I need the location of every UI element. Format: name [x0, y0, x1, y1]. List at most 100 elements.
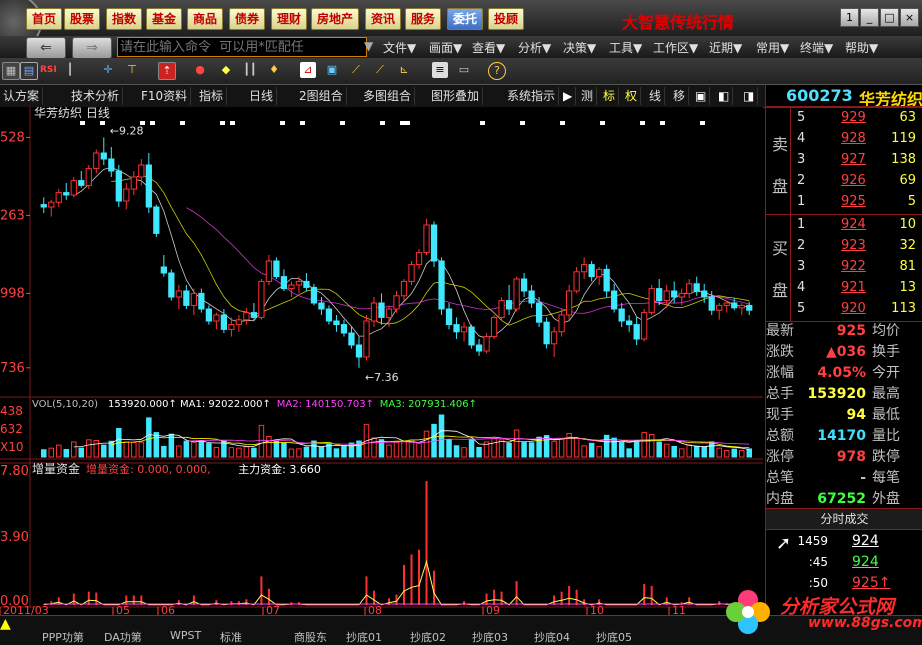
tab-11[interactable]: 权 — [622, 87, 641, 105]
fund-legend: 主力资金: 3.660 — [238, 462, 321, 476]
menu-0[interactable]: 文件▼ — [383, 39, 416, 56]
menu-6[interactable]: 工作区▼ — [653, 39, 698, 56]
volume-legend: 153920.000↑ — [108, 399, 177, 410]
top-button-5[interactable]: 债券 — [229, 8, 265, 30]
ruler-icon[interactable]: ┃ — [62, 62, 78, 78]
minimize-button[interactable]: _ — [860, 8, 879, 27]
top-button-10[interactable]: 委托 — [447, 8, 483, 30]
chart-svg[interactable]: 528263998736华芳纺织 日线←9.28←7.362011/030506… — [0, 107, 763, 615]
volume-bar — [132, 443, 137, 457]
back-arrow-icon[interactable]: ⇐ — [26, 37, 66, 59]
help-icon[interactable]: ? — [488, 62, 506, 80]
close-button[interactable]: × — [900, 8, 919, 27]
order-volume: 5 — [884, 191, 916, 212]
note-icon[interactable]: ≡ — [432, 62, 448, 78]
top-button-4[interactable]: 商品 — [187, 8, 223, 30]
tab-0[interactable]: 认方案 — [0, 87, 43, 105]
menu-3[interactable]: 分析▼ — [518, 39, 551, 56]
tab-play-icon[interactable]: ▶ — [560, 87, 576, 105]
date-tick-label: 06 — [161, 604, 175, 615]
diamond-icon[interactable]: ◆ — [218, 62, 234, 78]
candle-body — [221, 315, 226, 329]
command-dropdown-icon[interactable]: ▼ — [364, 39, 373, 53]
fund-bar — [88, 592, 90, 605]
grid-icon[interactable]: ▦ — [2, 62, 20, 80]
footer-tab-2[interactable]: WPST — [170, 629, 201, 642]
footer-tab-6[interactable]: 抄底02 — [410, 629, 446, 645]
top-button-1[interactable]: 股票 — [64, 8, 100, 30]
window-layout-icon[interactable]: ▭ — [456, 62, 472, 78]
tab-prev-icon[interactable]: ◧ — [715, 87, 733, 105]
candle-body — [559, 315, 564, 332]
footer-tab-8[interactable]: 抄底04 — [534, 629, 570, 645]
line-tool-icon[interactable]: ⟋ — [348, 62, 364, 78]
tab-window-icon[interactable]: ▣ — [692, 87, 710, 105]
mark-icon[interactable]: ⊿ — [300, 62, 316, 78]
tab-3[interactable]: 指标 — [196, 87, 227, 105]
footer-tab-0[interactable]: PPP功第 — [42, 629, 84, 645]
arrow-up-icon[interactable]: ⇡ — [158, 62, 176, 80]
top-button-6[interactable]: 理财 — [271, 8, 307, 30]
top-button-11[interactable]: 投顾 — [488, 8, 524, 30]
tab-2[interactable]: F10资料 — [138, 87, 191, 105]
tab-8[interactable]: 系统指示 — [504, 87, 559, 105]
bell-icon[interactable]: ♦ — [266, 62, 282, 78]
footer-tab-4[interactable]: 商股东 — [294, 629, 327, 645]
toolbar: ▦ ▤ RSI ┃ ✛ ⊤ ⇡ ● ◆ ┃┃ ♦ ⊿ ▣ ⟋ ⟋ ⊾ ≡ ▭ ? — [0, 58, 922, 85]
volume-bar — [282, 443, 287, 457]
candle-body — [109, 159, 114, 171]
menu-4[interactable]: 决策▼ — [563, 39, 596, 56]
footer-tab-9[interactable]: 抄底05 — [596, 629, 632, 645]
top-button-8[interactable]: 资讯 — [365, 8, 401, 30]
angle-tool-icon[interactable]: ⊾ — [396, 62, 412, 78]
chart-area[interactable]: 528263998736华芳纺织 日线←9.28←7.362011/030506… — [0, 107, 763, 615]
top-button-0[interactable]: 首页 — [26, 8, 62, 30]
top-button-7[interactable]: 房地产 — [311, 8, 359, 30]
rsi-icon[interactable]: RSI — [40, 62, 56, 78]
candles-icon[interactable]: ┃┃ — [242, 62, 258, 78]
menu-5[interactable]: 工具▼ — [609, 39, 642, 56]
menu-7[interactable]: 近期▼ — [709, 39, 742, 56]
color-dots-icon[interactable]: ● — [192, 62, 208, 78]
maximize-button[interactable]: □ — [880, 8, 899, 27]
chart-icon[interactable]: ▤ — [20, 62, 38, 80]
volume-bar — [342, 446, 347, 457]
menu-8[interactable]: 常用▼ — [756, 39, 789, 56]
fund-bar — [418, 550, 420, 605]
footer-tab-3[interactable]: 标准 — [220, 629, 242, 645]
tab-7[interactable]: 图形叠加 — [428, 87, 483, 105]
candle-body — [687, 284, 692, 294]
top-button-2[interactable]: 指数 — [106, 8, 142, 30]
volume-bar — [162, 446, 167, 457]
candle-body — [619, 309, 624, 321]
tab-5[interactable]: 2图组合 — [296, 87, 347, 105]
tab-next-icon[interactable]: ◨ — [740, 87, 758, 105]
menu-9[interactable]: 终端▼ — [800, 39, 833, 56]
draw-line-icon[interactable]: ⊤ — [124, 62, 140, 78]
volume-bar — [42, 450, 47, 457]
cross-cursor-icon[interactable]: ✛ — [100, 62, 116, 78]
tab-1[interactable]: 技术分析 — [68, 87, 123, 105]
top-button-9[interactable]: 服务 — [405, 8, 441, 30]
tab-13[interactable]: 移 — [670, 87, 689, 105]
menu-1[interactable]: 画面▼ — [429, 39, 462, 56]
fan-tool-icon[interactable]: ⟋ — [372, 62, 388, 78]
volume-bar — [334, 449, 339, 457]
menu-2[interactable]: 查看▼ — [472, 39, 505, 56]
image-icon[interactable]: ▣ — [324, 62, 340, 78]
footer-tab-1[interactable]: DA功第 — [104, 629, 142, 645]
tab-12[interactable]: 线 — [646, 87, 665, 105]
tab-10[interactable]: 标 — [600, 87, 619, 105]
date-tick-label: 07 — [266, 604, 280, 615]
window-1-button[interactable]: 1 — [840, 8, 859, 27]
footer-tab-5[interactable]: 抄底01 — [346, 629, 382, 645]
tab-4[interactable]: 日线 — [246, 87, 277, 105]
volume-bar — [604, 435, 609, 457]
tab-6[interactable]: 多图组合 — [360, 87, 415, 105]
tab-9[interactable]: 测 — [578, 87, 597, 105]
menu-10[interactable]: 帮助▼ — [845, 39, 878, 56]
top-button-3[interactable]: 基金 — [146, 8, 182, 30]
footer-tab-7[interactable]: 抄底03 — [472, 629, 508, 645]
forward-arrow-icon[interactable]: ⇒ — [72, 37, 112, 59]
command-input[interactable] — [117, 37, 367, 57]
